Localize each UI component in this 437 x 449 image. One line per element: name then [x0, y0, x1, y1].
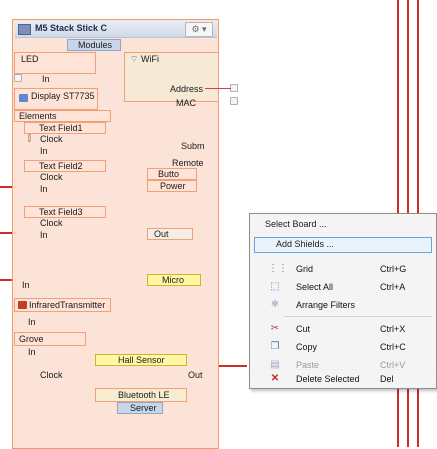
board-chip-icon: [18, 24, 31, 35]
clock1-label: Clock: [40, 134, 63, 144]
subm-label: Subm: [181, 141, 205, 151]
mac-pin[interactable]: [230, 97, 238, 105]
board-header[interactable]: M5 Stack Stick C ⚙ ▾: [15, 21, 217, 38]
board-options-icon[interactable]: ⚙ ▾: [185, 22, 213, 37]
text-field1-label: Text Field1: [39, 123, 83, 133]
in4-label: In: [22, 280, 30, 290]
button-label: Butto: [158, 169, 180, 179]
modules-tab[interactable]: Modules: [67, 39, 121, 51]
remote-label: Remote: [172, 158, 204, 168]
grid-icon: ⋮⋮: [268, 263, 288, 274]
button-box[interactable]: Butto: [147, 168, 197, 180]
wire-h-4[interactable]: [217, 365, 247, 367]
mac-label: MAC: [176, 98, 196, 108]
address-pin[interactable]: [230, 84, 238, 92]
select-all-icon: ⬚: [270, 281, 280, 292]
led-label: LED: [21, 54, 39, 64]
menu-item-select-all[interactable]: ⬚ Select All Ctrl+A: [250, 278, 436, 296]
clock2-label: Clock: [40, 172, 63, 182]
arrange-filters-icon: ⚛: [270, 299, 280, 310]
grove-component[interactable]: Grove: [14, 332, 86, 346]
clock1-icon: ⫿: [28, 133, 31, 143]
select-board-item[interactable]: Select Board ...: [265, 219, 327, 229]
out-box[interactable]: Out: [147, 228, 193, 240]
hall-sensor-label: Hall Sensor: [118, 355, 165, 365]
hall-out-label: Out: [188, 370, 203, 380]
menu-item-delete-selected[interactable]: ✕ Delete Selected Del: [250, 370, 436, 388]
elements-box[interactable]: Elements: [14, 110, 111, 122]
text-field1-box[interactable]: Text Field1: [24, 122, 106, 134]
led-in-pin[interactable]: [14, 74, 22, 82]
add-shields-item[interactable]: Add Shields ...: [276, 239, 334, 249]
text-field3-label: Text Field3: [39, 207, 83, 217]
context-menu-tail[interactable]: ✕ Delete Selected Del: [249, 370, 437, 389]
infrared-in-label: In: [28, 317, 36, 327]
micro-label: Micro: [162, 275, 184, 285]
hall-sensor-component[interactable]: Hall Sensor: [95, 354, 187, 366]
menu-item-arrange-filters[interactable]: ⚛ Arrange Filters: [250, 296, 436, 314]
menu-item-grid[interactable]: ⋮⋮ Grid Ctrl+G: [250, 260, 436, 278]
in2-label: In: [40, 184, 48, 194]
bluetooth-component[interactable]: Bluetooth LE: [95, 388, 187, 402]
wifi-component[interactable]: ⌔ WiFi Address MAC: [124, 52, 219, 108]
led-component[interactable]: LED: [14, 52, 96, 74]
address-label: Address: [170, 84, 204, 94]
micro-box[interactable]: Micro: [147, 274, 201, 286]
grove-label: Grove: [19, 334, 44, 344]
server-tab[interactable]: Server: [117, 402, 163, 414]
menu-separator: [284, 316, 432, 317]
text-field2-box[interactable]: Text Field2: [24, 160, 106, 172]
elements-label: Elements: [19, 111, 57, 121]
text-field3-box[interactable]: Text Field3: [24, 206, 106, 218]
text-field2-label: Text Field2: [39, 161, 83, 171]
context-menu[interactable]: Select Board ... Add Shields ... ⋮⋮ Grid…: [249, 213, 437, 372]
bluetooth-label: Bluetooth LE: [118, 390, 170, 400]
cut-icon: ✂: [270, 323, 280, 334]
out-label: Out: [154, 229, 169, 239]
power-box[interactable]: Power: [147, 180, 197, 192]
infrared-icon: [18, 301, 27, 309]
menu-item-cut[interactable]: ✂ Cut Ctrl+X: [250, 320, 436, 338]
display-icon: [19, 94, 28, 102]
hall-clock-label: Clock: [40, 370, 63, 380]
delete-icon: ✕: [270, 373, 280, 384]
server-label: Server: [130, 403, 157, 413]
address-wire[interactable]: [205, 88, 231, 89]
clock3-label: Clock: [40, 218, 63, 228]
wifi-icon: ⌔: [130, 54, 139, 64]
led-in-label: In: [42, 74, 50, 84]
display-label: Display ST7735: [31, 91, 95, 101]
grove-in-label: In: [28, 347, 36, 357]
infrared-component[interactable]: InfraredTransmitter: [14, 298, 111, 312]
copy-icon: ❐: [270, 341, 280, 352]
wifi-label: WiFi: [141, 54, 159, 64]
modules-label: Modules: [78, 40, 113, 50]
menu-item-copy[interactable]: ❐ Copy Ctrl+C: [250, 338, 436, 356]
infrared-label: InfraredTransmitter: [29, 300, 106, 310]
power-label: Power: [160, 181, 186, 191]
in3-label: In: [40, 230, 48, 240]
board-title: M5 Stack Stick C: [35, 23, 108, 33]
in1-label: In: [40, 146, 48, 156]
display-component[interactable]: Display ST7735: [14, 88, 98, 110]
